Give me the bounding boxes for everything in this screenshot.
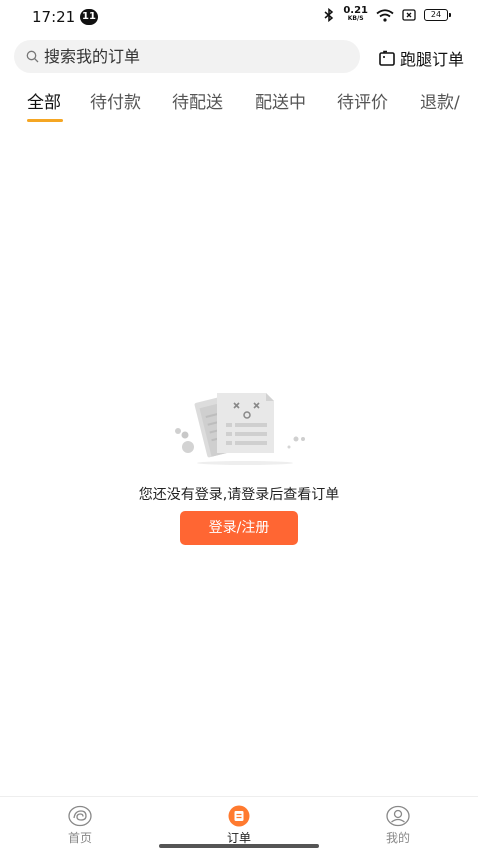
errand-orders-label: 跑腿订单: [399, 50, 464, 69]
home-icon: [68, 805, 92, 827]
network-speed-value: 0.21: [343, 5, 368, 16]
status-bar: 17:21 11 0.21 KB/S 24: [0, 0, 478, 34]
nav-home-label: 首页: [67, 831, 92, 845]
status-icons: 0.21 KB/S 24: [323, 5, 451, 23]
nav-home[interactable]: 首页: [50, 805, 110, 846]
tab-pending-delivery[interactable]: 待配送: [172, 88, 223, 122]
nav-profile[interactable]: 我的: [368, 805, 428, 846]
battery-indicator: 24: [424, 9, 451, 21]
nav-profile-label: 我的: [385, 831, 410, 845]
tab-pending-payment[interactable]: 待付款: [90, 88, 141, 122]
bag-icon: [379, 50, 395, 66]
network-speed-unit: KB/S: [347, 15, 364, 22]
sim-off-icon: [402, 9, 416, 21]
login-register-button[interactable]: 登录/注册: [180, 511, 298, 545]
bluetooth-icon: [324, 8, 334, 22]
home-indicator-bar[interactable]: [159, 844, 319, 848]
order-status-tabs: 全部 待付款 待配送 配送中 待评价 退款/: [0, 88, 478, 128]
notification-badge: 11: [80, 9, 98, 25]
nav-orders[interactable]: 订单: [209, 805, 269, 846]
search-icon: [26, 50, 39, 63]
search-bar[interactable]: [14, 40, 360, 73]
order-icon: [228, 805, 250, 827]
empty-state-message: 您还没有登录,请登录后查看订单: [138, 487, 340, 503]
profile-icon: [386, 805, 410, 827]
search-input[interactable]: [44, 47, 334, 66]
network-speed: 0.21 KB/S: [343, 5, 368, 23]
status-time: 17:21: [32, 8, 76, 26]
bottom-navigation: 首页 订单 我的: [0, 796, 478, 850]
empty-orders-illustration: [175, 393, 305, 465]
errand-orders-button[interactable]: 跑腿订单: [378, 46, 464, 70]
active-tab-indicator: [27, 119, 63, 122]
tab-refund[interactable]: 退款/: [420, 88, 460, 122]
tab-pending-review[interactable]: 待评价: [337, 88, 388, 122]
tab-delivering[interactable]: 配送中: [255, 88, 306, 122]
wifi-icon: [376, 8, 394, 22]
tab-all[interactable]: 全部: [27, 88, 61, 122]
